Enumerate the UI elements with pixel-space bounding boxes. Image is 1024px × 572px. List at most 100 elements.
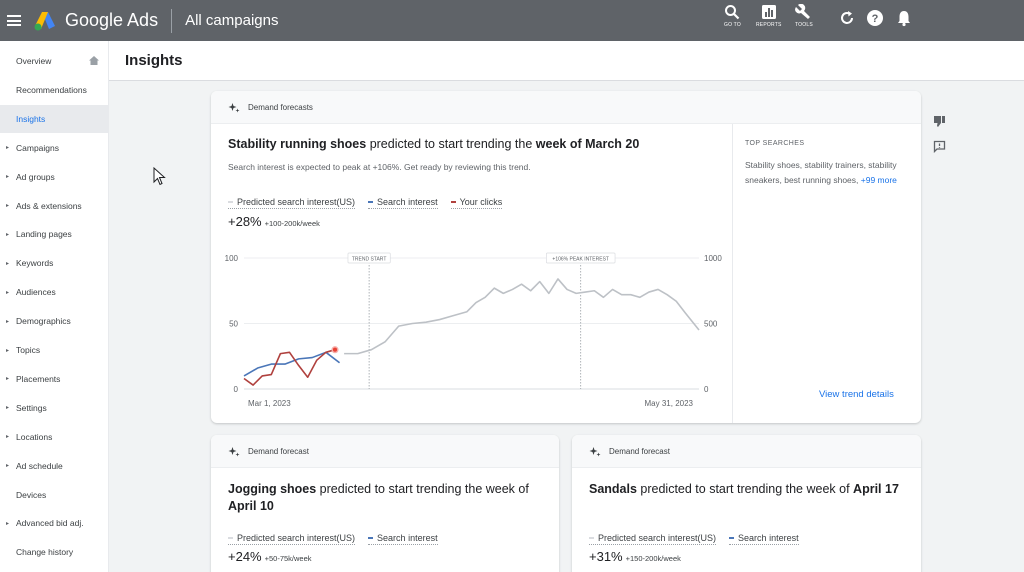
search-icon bbox=[725, 5, 740, 20]
sidebar-item-advanced-bid-adj[interactable]: ▸ Advanced bid adj. bbox=[0, 509, 109, 537]
y-right-tick-label: 500 bbox=[704, 320, 718, 329]
card-header: Demand forecast bbox=[572, 435, 921, 468]
more-searches-link[interactable]: +99 more bbox=[861, 175, 897, 185]
sidebar-item-label: Insights bbox=[16, 113, 46, 124]
expand-caret-icon: ▸ bbox=[6, 376, 10, 383]
forecast-percent: +28% bbox=[228, 214, 262, 229]
forecast-percent: +24% bbox=[228, 549, 262, 564]
expand-caret-icon: ▸ bbox=[6, 520, 10, 527]
feedback-icon[interactable] bbox=[933, 140, 946, 153]
sidebar-item-topics[interactable]: ▸ Topics bbox=[0, 336, 109, 364]
trend-chart: 100 1000 50 500 0 0 TREND START +106% PEAK INTE… bbox=[225, 252, 722, 408]
headline-mid: predicted to start trending the week of bbox=[316, 482, 529, 496]
page-header: Insights bbox=[109, 41, 1024, 81]
sidebar-item-label: Campaigns bbox=[16, 142, 59, 153]
legend-predicted[interactable]: Predicted search interest(US) bbox=[228, 533, 356, 545]
headline-week: week of March 20 bbox=[535, 137, 640, 151]
divider bbox=[171, 8, 173, 33]
sidebar-item-label: Demographics bbox=[16, 316, 71, 327]
sidebar-item-label: Settings bbox=[16, 402, 47, 413]
chart-legend: Predicted search interest(US) Search int… bbox=[228, 197, 515, 209]
sidebar-item-locations[interactable]: ▸ Locations bbox=[0, 423, 109, 451]
help-icon[interactable]: ? bbox=[866, 9, 884, 27]
sidebar-item-settings[interactable]: ▸ Settings bbox=[0, 394, 109, 422]
legend-clicks-label: Your clicks bbox=[459, 197, 503, 207]
sidebar-item-demographics[interactable]: ▸ Demographics bbox=[0, 307, 109, 335]
menu-icon[interactable] bbox=[7, 15, 21, 26]
sparkle-icon bbox=[228, 103, 240, 113]
expand-caret-icon: ▸ bbox=[6, 434, 10, 441]
card-subline: Search interest is expected to peak at +… bbox=[228, 162, 531, 172]
sidebar-item-audiences[interactable]: ▸ Audiences bbox=[0, 278, 109, 306]
legend-predicted-label: Predicted search interest(US) bbox=[237, 533, 356, 543]
y-left-tick-label: 50 bbox=[229, 320, 238, 329]
reports-label: REPORTS bbox=[756, 22, 782, 28]
sidebar-item-label: Recommendations bbox=[16, 84, 87, 95]
sidebar-item-overview[interactable]: Overview bbox=[0, 47, 109, 75]
sidebar-item-label: Overview bbox=[16, 56, 52, 66]
legend-predicted[interactable]: Predicted search interest(US) bbox=[589, 533, 717, 545]
tools-button[interactable]: TOOLS bbox=[795, 4, 813, 28]
annotation-label: TREND START bbox=[352, 257, 387, 263]
sidebar-item-devices[interactable]: Devices bbox=[0, 481, 109, 509]
goto-button[interactable]: GO TO bbox=[724, 4, 741, 28]
headline-week: April 17 bbox=[853, 482, 899, 496]
home-icon bbox=[89, 56, 99, 65]
legend-search-interest[interactable]: Search interest bbox=[368, 533, 438, 545]
sidebar-item-label: Keywords bbox=[16, 258, 54, 269]
legend-search-interest[interactable]: Search interest bbox=[729, 533, 799, 545]
legend-search-label: Search interest bbox=[377, 533, 438, 543]
expand-caret-icon: ▸ bbox=[6, 145, 10, 152]
sparkle-icon bbox=[589, 447, 601, 457]
sidebar-item-label: Ad groups bbox=[16, 171, 55, 182]
legend-predicted-label: Predicted search interest(US) bbox=[598, 533, 717, 543]
sidebar-item-landing-pages[interactable]: ▸ Landing pages bbox=[0, 220, 109, 248]
sidebar-item-recommendations[interactable]: Recommendations bbox=[0, 76, 109, 104]
expand-caret-icon: ▸ bbox=[6, 260, 10, 267]
sidebar-item-label: Advanced bid adj. bbox=[16, 518, 84, 529]
view-trend-details-link[interactable]: View trend details bbox=[819, 389, 894, 400]
svg-text:?: ? bbox=[872, 13, 879, 25]
sidebar-item-ads-extensions[interactable]: ▸ Ads & extensions bbox=[0, 192, 109, 220]
card-header: Demand forecast bbox=[211, 435, 559, 468]
y-left-tick-label: 0 bbox=[234, 385, 239, 394]
legend-search-interest[interactable]: Search interest bbox=[368, 197, 438, 209]
legend-predicted[interactable]: Predicted search interest(US) bbox=[228, 197, 356, 209]
card-headline: Stability running shoes predicted to sta… bbox=[228, 136, 728, 153]
legend-search-label: Search interest bbox=[377, 197, 438, 207]
headline-product: Jogging shoes bbox=[228, 482, 317, 496]
legend-your-clicks[interactable]: Your clicks bbox=[450, 197, 503, 209]
reports-button[interactable]: REPORTS bbox=[756, 4, 781, 28]
headline-product: Sandals bbox=[589, 482, 637, 496]
expand-caret-icon: ▸ bbox=[6, 405, 10, 412]
campaign-selector[interactable]: All campaigns bbox=[185, 12, 278, 29]
brand-name: Google Ads bbox=[65, 10, 159, 30]
sidebar-item-label: Placements bbox=[16, 373, 61, 384]
forecast-range: +150-200k/week bbox=[625, 554, 681, 563]
annotation-label: +106% PEAK INTEREST bbox=[552, 257, 609, 263]
sidebar-item-insights[interactable]: Insights bbox=[0, 104, 109, 133]
expand-caret-icon: ▸ bbox=[6, 347, 10, 354]
sidebar-item-ad-groups[interactable]: ▸ Ad groups bbox=[0, 163, 109, 191]
thumbs-down-icon[interactable] bbox=[933, 115, 946, 128]
expand-caret-icon: ▸ bbox=[6, 203, 10, 209]
google-ads-logo bbox=[34, 11, 55, 30]
refresh-icon[interactable] bbox=[838, 9, 856, 27]
x-start-label: Mar 1, 2023 bbox=[248, 399, 291, 408]
expand-caret-icon: ▸ bbox=[6, 463, 10, 470]
sidebar-item-label: Landing pages bbox=[16, 229, 72, 240]
sidebar-item-ad-schedule[interactable]: ▸ Ad schedule bbox=[0, 452, 109, 480]
legend-predicted-label: Predicted search interest(US) bbox=[237, 197, 356, 207]
series-line-predicted-search-interest-us- bbox=[344, 278, 700, 355]
sidebar-item-campaigns[interactable]: ▸ Campaigns bbox=[0, 134, 109, 162]
sidebar-item-change-history[interactable]: Change history bbox=[0, 538, 109, 566]
sidebar-item-label: Change history bbox=[16, 547, 74, 558]
sandals-card: Demand forecast Sandals predicted to sta… bbox=[572, 435, 921, 572]
sidebar-item-keywords[interactable]: ▸ Keywords bbox=[0, 249, 109, 277]
top-searches-list: Stability shoes, stability trainers, sta… bbox=[745, 158, 913, 187]
headline-mid: predicted to start trending the week of bbox=[636, 482, 854, 496]
reports-icon bbox=[761, 5, 776, 19]
chart-legend: Predicted search interest(US) Search int… bbox=[589, 533, 812, 545]
bell-icon[interactable] bbox=[895, 9, 913, 27]
sidebar-item-placements[interactable]: ▸ Placements bbox=[0, 365, 109, 393]
